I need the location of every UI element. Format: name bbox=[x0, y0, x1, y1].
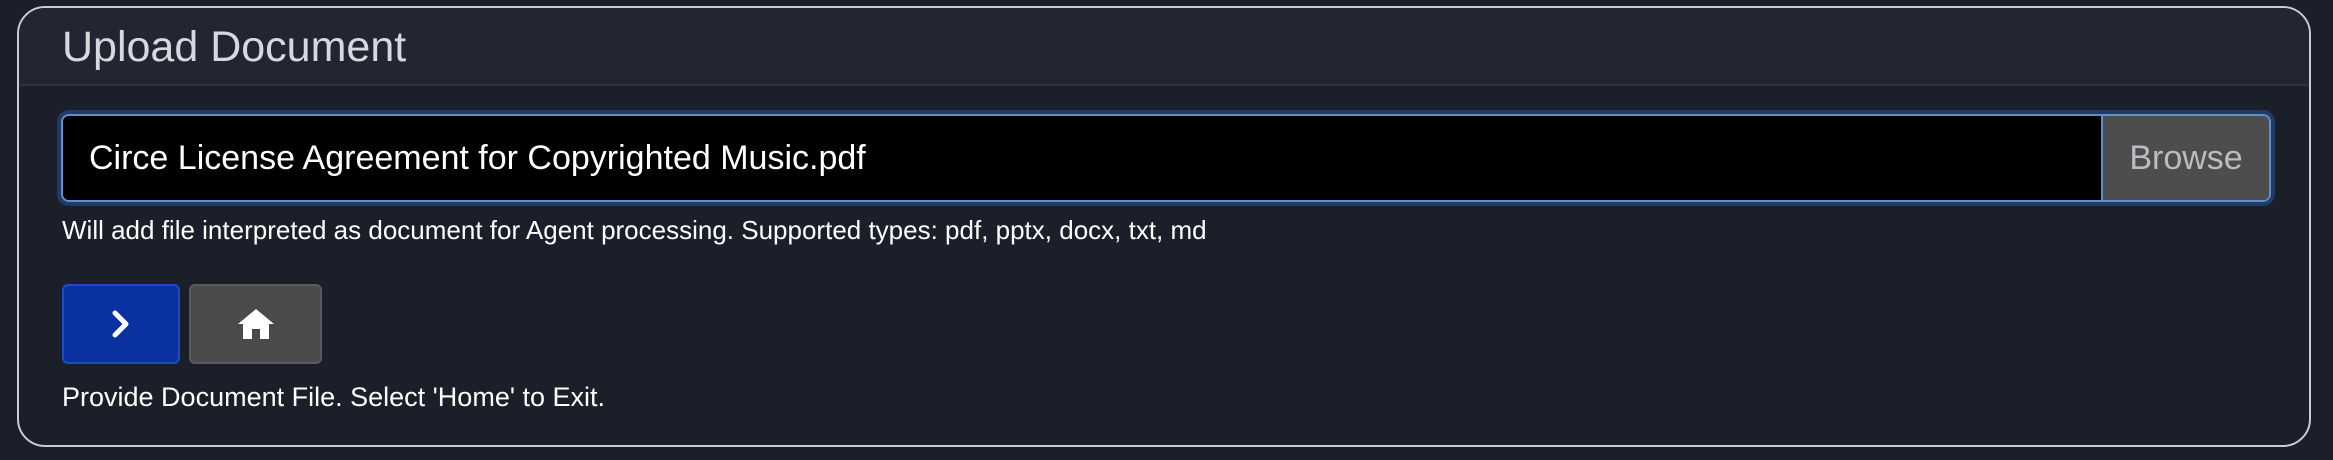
next-button[interactable] bbox=[62, 284, 180, 364]
file-name-field[interactable]: Circe License Agreement for Copyrighted … bbox=[63, 116, 2101, 200]
home-icon bbox=[237, 309, 274, 339]
upload-document-card: Upload Document Circe License Agreement … bbox=[17, 6, 2311, 447]
home-button[interactable] bbox=[189, 284, 322, 364]
card-header: Upload Document bbox=[19, 8, 2309, 86]
file-picker[interactable]: Circe License Agreement for Copyrighted … bbox=[61, 114, 2271, 202]
page-title: Upload Document bbox=[62, 23, 407, 71]
file-help-text: Will add file interpreted as document fo… bbox=[62, 215, 1207, 245]
chevron-right-icon bbox=[112, 310, 129, 338]
status-message: Provide Document File. Select 'Home' to … bbox=[62, 382, 606, 412]
browse-button[interactable]: Browse bbox=[2101, 116, 2269, 200]
